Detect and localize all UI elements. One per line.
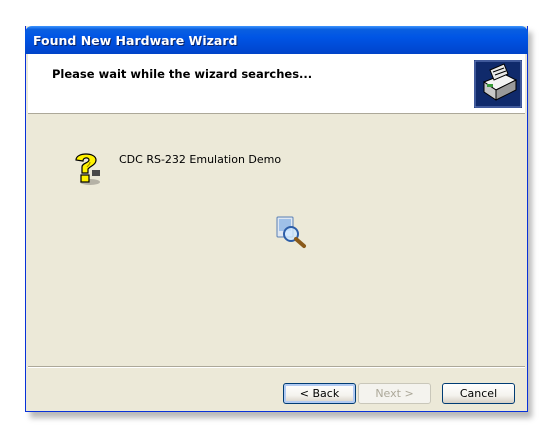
cancel-button[interactable]: Cancel — [442, 383, 515, 404]
button-area-separator — [28, 366, 525, 368]
wizard-header: Please wait while the wizard searches... — [28, 54, 525, 114]
hardware-wizard-icon — [474, 60, 522, 108]
next-button[interactable]: Next > — [358, 383, 431, 404]
unknown-device-question-icon — [75, 153, 100, 185]
title-bar[interactable]: Found New Hardware Wizard — [25, 26, 528, 54]
wizard-window: Found New Hardware Wizard Please wait wh… — [25, 26, 528, 412]
window-title: Found New Hardware Wizard — [33, 33, 238, 48]
searching-magnifier-icon — [276, 216, 306, 248]
back-button[interactable]: < Back — [283, 383, 356, 404]
device-name-label: CDC RS-232 Emulation Demo — [119, 153, 282, 166]
header-title: Please wait while the wizard searches... — [52, 67, 313, 81]
